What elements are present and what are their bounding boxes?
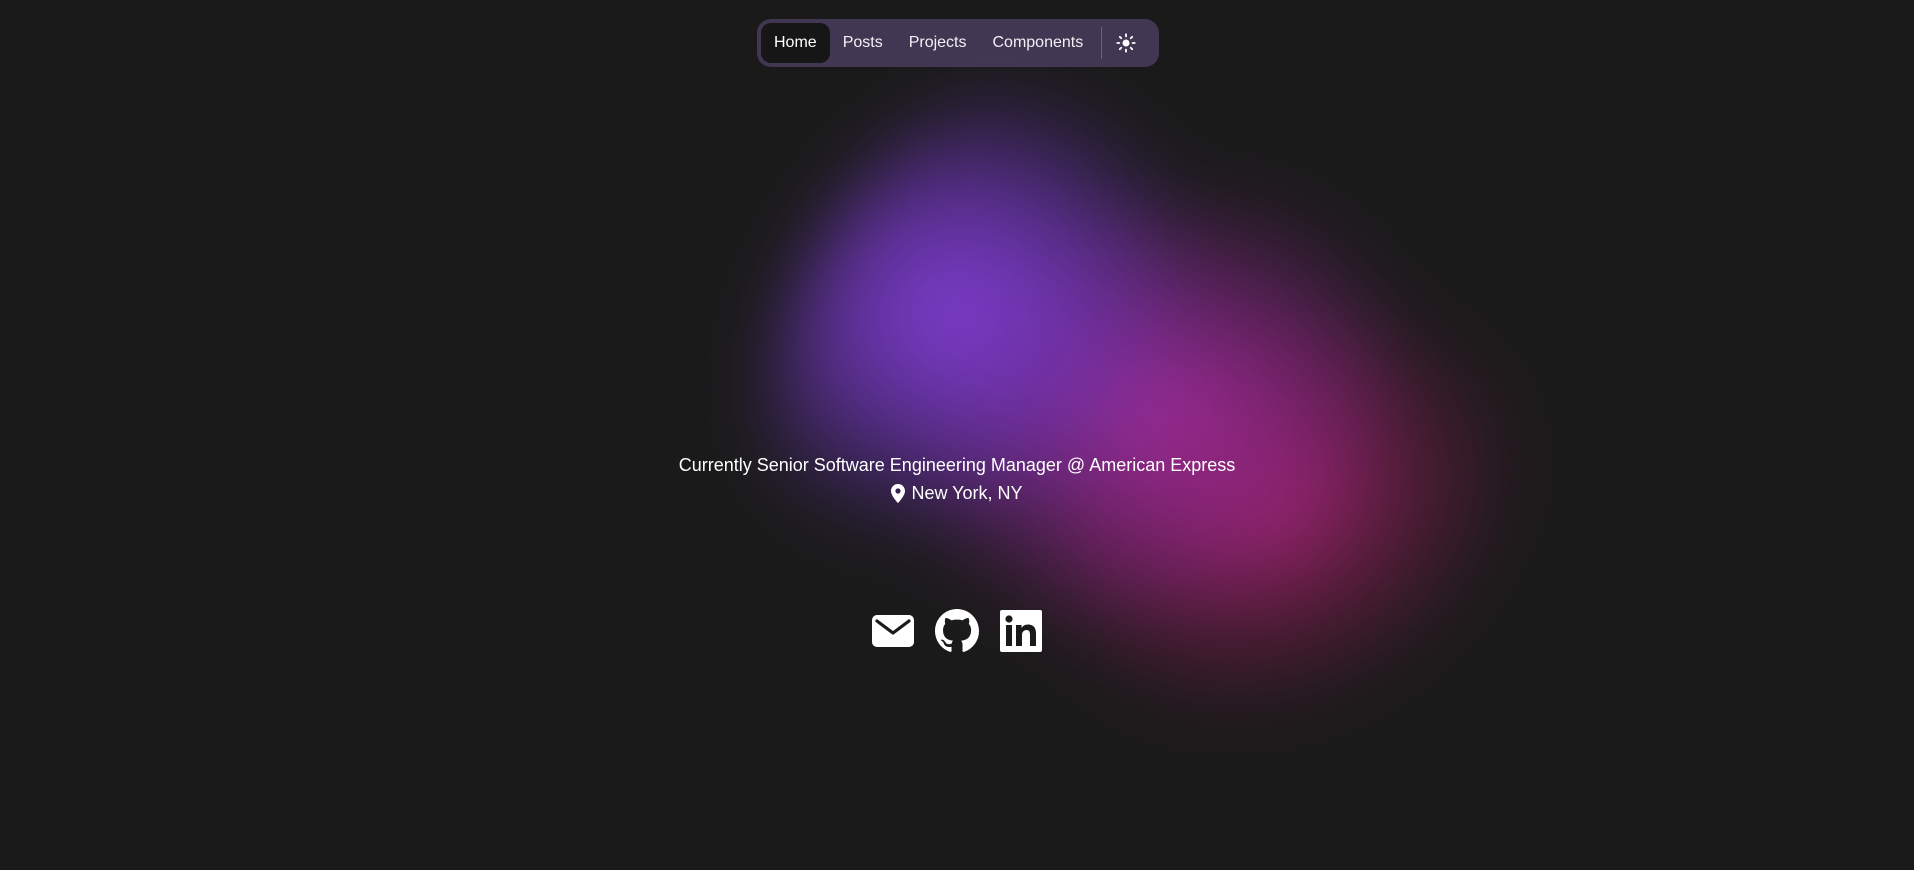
nav-item-components[interactable]: Components (980, 23, 1097, 63)
linkedin-icon (1000, 610, 1042, 652)
sun-icon (1116, 33, 1136, 53)
profile-location: New York, NY (0, 483, 1914, 504)
nav-item-projects[interactable]: Projects (896, 23, 980, 63)
github-link[interactable] (935, 608, 979, 654)
background-glow (636, 0, 1664, 870)
nav-item-posts[interactable]: Posts (830, 23, 896, 63)
nav-item-label: Projects (908, 34, 967, 51)
github-icon (935, 609, 979, 652)
linkedin-link[interactable] (999, 608, 1043, 654)
nav-item-home[interactable]: Home (761, 23, 830, 63)
social-links (0, 608, 1914, 654)
page: Home Posts Projects Components Currently… (0, 0, 1914, 870)
theme-toggle-button[interactable] (1108, 23, 1144, 63)
email-link[interactable] (871, 608, 915, 654)
nav-divider (1101, 27, 1103, 59)
top-navigation: Home Posts Projects Components (757, 19, 1159, 67)
nav-item-label: Components (992, 34, 1084, 51)
location-text: New York, NY (911, 483, 1023, 503)
nav-item-label: Posts (842, 34, 883, 51)
map-pin-icon (891, 484, 906, 503)
mail-icon (872, 615, 914, 647)
nav-item-label: Home (774, 34, 817, 51)
profile-tagline: Currently Senior Software Engineering Ma… (678, 455, 1236, 475)
